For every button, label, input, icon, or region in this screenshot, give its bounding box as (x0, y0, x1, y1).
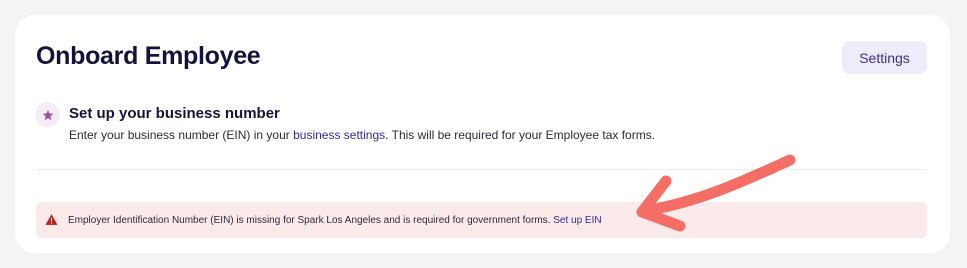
page-title: Onboard Employee (36, 42, 261, 70)
star-icon (35, 102, 60, 127)
alert-message-text: Employer Identification Number (EIN) is … (68, 214, 551, 226)
step-desc-text: Enter your business number (EIN) in your (69, 128, 294, 142)
step-desc-text-end: . This will be required for your Employe… (385, 128, 656, 142)
settings-button[interactable]: Settings (842, 41, 927, 74)
step-title: Set up your business number (69, 105, 280, 122)
step-description: Enter your business number (EIN) in your… (69, 128, 655, 142)
business-settings-link[interactable]: business settings (293, 128, 385, 142)
alert-message: Employer Identification Number (EIN) is … (68, 215, 602, 226)
annotation-arrow-icon (636, 154, 796, 232)
set-up-ein-link[interactable]: Set up EIN (553, 215, 601, 226)
warning-icon (45, 213, 59, 227)
